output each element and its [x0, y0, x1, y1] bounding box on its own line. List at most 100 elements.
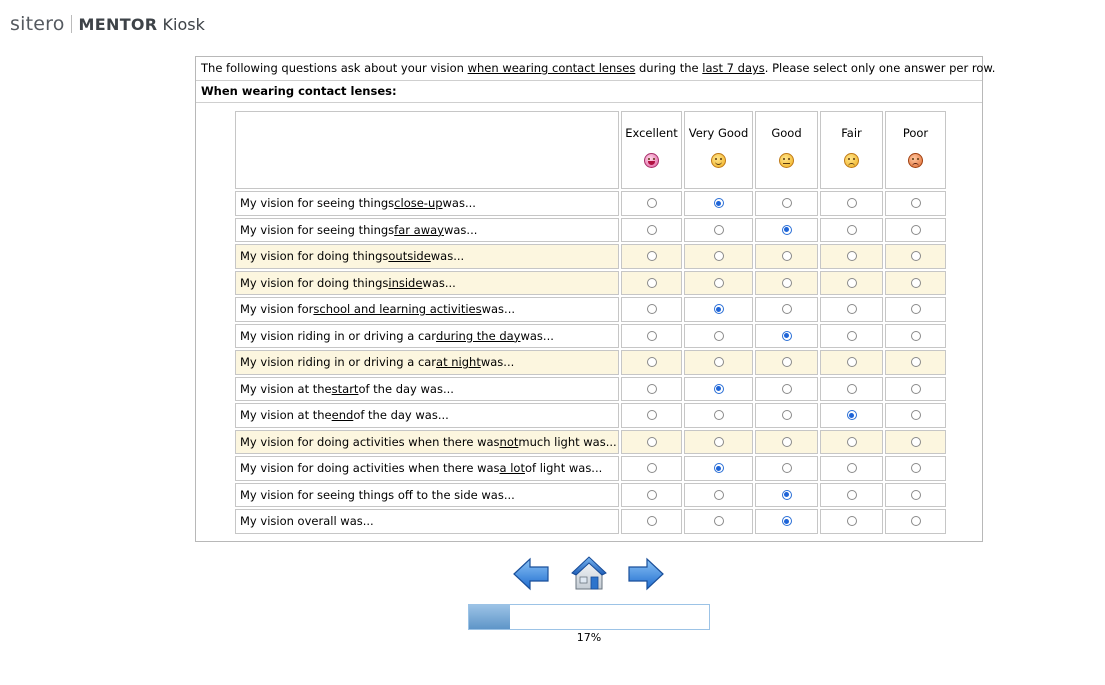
radio-very-good[interactable] — [713, 251, 724, 262]
answer-cell-excellent[interactable] — [621, 244, 682, 269]
radio-excellent[interactable] — [646, 357, 657, 368]
radio-good[interactable] — [781, 463, 792, 474]
radio-excellent[interactable] — [646, 224, 657, 235]
radio-good[interactable] — [781, 330, 792, 341]
next-button[interactable] — [627, 556, 665, 596]
answer-cell-excellent[interactable] — [621, 429, 682, 454]
radio-poor[interactable] — [910, 383, 921, 394]
previous-button[interactable] — [512, 556, 550, 596]
answer-cell-excellent[interactable] — [621, 509, 682, 534]
radio-excellent[interactable] — [646, 463, 657, 474]
answer-cell-poor[interactable] — [885, 350, 946, 375]
answer-cell-excellent[interactable] — [621, 191, 682, 216]
radio-fair[interactable] — [846, 251, 857, 262]
answer-cell-very-good[interactable] — [684, 403, 753, 428]
answer-cell-fair[interactable] — [820, 191, 883, 216]
radio-very-good[interactable] — [713, 516, 724, 527]
radio-excellent[interactable] — [646, 277, 657, 288]
answer-cell-poor[interactable] — [885, 403, 946, 428]
radio-good[interactable] — [781, 198, 792, 209]
answer-cell-poor[interactable] — [885, 217, 946, 242]
answer-cell-good[interactable] — [755, 217, 818, 242]
answer-cell-poor[interactable] — [885, 376, 946, 401]
radio-good[interactable] — [781, 489, 792, 500]
answer-cell-poor[interactable] — [885, 429, 946, 454]
answer-cell-good[interactable] — [755, 509, 818, 534]
answer-cell-very-good[interactable] — [684, 376, 753, 401]
answer-cell-very-good[interactable] — [684, 509, 753, 534]
radio-fair[interactable] — [846, 357, 857, 368]
answer-cell-fair[interactable] — [820, 456, 883, 481]
radio-excellent[interactable] — [646, 251, 657, 262]
radio-fair[interactable] — [846, 463, 857, 474]
answer-cell-excellent[interactable] — [621, 217, 682, 242]
answer-cell-excellent[interactable] — [621, 376, 682, 401]
radio-excellent[interactable] — [646, 198, 657, 209]
radio-fair[interactable] — [846, 198, 857, 209]
radio-very-good[interactable] — [713, 463, 724, 474]
radio-poor[interactable] — [910, 357, 921, 368]
answer-cell-fair[interactable] — [820, 403, 883, 428]
answer-cell-good[interactable] — [755, 376, 818, 401]
answer-cell-excellent[interactable] — [621, 270, 682, 295]
radio-excellent[interactable] — [646, 330, 657, 341]
answer-cell-very-good[interactable] — [684, 482, 753, 507]
radio-poor[interactable] — [910, 436, 921, 447]
answer-cell-excellent[interactable] — [621, 350, 682, 375]
radio-good[interactable] — [781, 277, 792, 288]
answer-cell-good[interactable] — [755, 270, 818, 295]
radio-poor[interactable] — [910, 410, 921, 421]
radio-very-good[interactable] — [713, 277, 724, 288]
answer-cell-very-good[interactable] — [684, 244, 753, 269]
answer-cell-excellent[interactable] — [621, 482, 682, 507]
radio-good[interactable] — [781, 436, 792, 447]
answer-cell-fair[interactable] — [820, 509, 883, 534]
answer-cell-very-good[interactable] — [684, 429, 753, 454]
answer-cell-very-good[interactable] — [684, 456, 753, 481]
radio-fair[interactable] — [846, 304, 857, 315]
radio-fair[interactable] — [846, 383, 857, 394]
answer-cell-very-good[interactable] — [684, 323, 753, 348]
radio-poor[interactable] — [910, 304, 921, 315]
radio-excellent[interactable] — [646, 436, 657, 447]
answer-cell-very-good[interactable] — [684, 191, 753, 216]
radio-fair[interactable] — [846, 489, 857, 500]
answer-cell-good[interactable] — [755, 323, 818, 348]
answer-cell-fair[interactable] — [820, 429, 883, 454]
answer-cell-poor[interactable] — [885, 323, 946, 348]
radio-excellent[interactable] — [646, 410, 657, 421]
answer-cell-fair[interactable] — [820, 482, 883, 507]
answer-cell-very-good[interactable] — [684, 217, 753, 242]
answer-cell-fair[interactable] — [820, 217, 883, 242]
radio-poor[interactable] — [910, 516, 921, 527]
radio-fair[interactable] — [846, 277, 857, 288]
answer-cell-good[interactable] — [755, 456, 818, 481]
answer-cell-good[interactable] — [755, 403, 818, 428]
answer-cell-poor[interactable] — [885, 244, 946, 269]
radio-good[interactable] — [781, 251, 792, 262]
radio-very-good[interactable] — [713, 224, 724, 235]
radio-good[interactable] — [781, 304, 792, 315]
answer-cell-good[interactable] — [755, 297, 818, 322]
radio-excellent[interactable] — [646, 304, 657, 315]
radio-excellent[interactable] — [646, 489, 657, 500]
radio-excellent[interactable] — [646, 516, 657, 527]
radio-fair[interactable] — [846, 436, 857, 447]
answer-cell-good[interactable] — [755, 482, 818, 507]
radio-poor[interactable] — [910, 198, 921, 209]
answer-cell-fair[interactable] — [820, 350, 883, 375]
radio-good[interactable] — [781, 516, 792, 527]
radio-very-good[interactable] — [713, 436, 724, 447]
radio-poor[interactable] — [910, 463, 921, 474]
radio-fair[interactable] — [846, 410, 857, 421]
answer-cell-good[interactable] — [755, 191, 818, 216]
radio-good[interactable] — [781, 357, 792, 368]
answer-cell-poor[interactable] — [885, 191, 946, 216]
answer-cell-very-good[interactable] — [684, 297, 753, 322]
answer-cell-good[interactable] — [755, 244, 818, 269]
answer-cell-poor[interactable] — [885, 509, 946, 534]
radio-very-good[interactable] — [713, 330, 724, 341]
radio-very-good[interactable] — [713, 410, 724, 421]
radio-poor[interactable] — [910, 277, 921, 288]
answer-cell-excellent[interactable] — [621, 456, 682, 481]
